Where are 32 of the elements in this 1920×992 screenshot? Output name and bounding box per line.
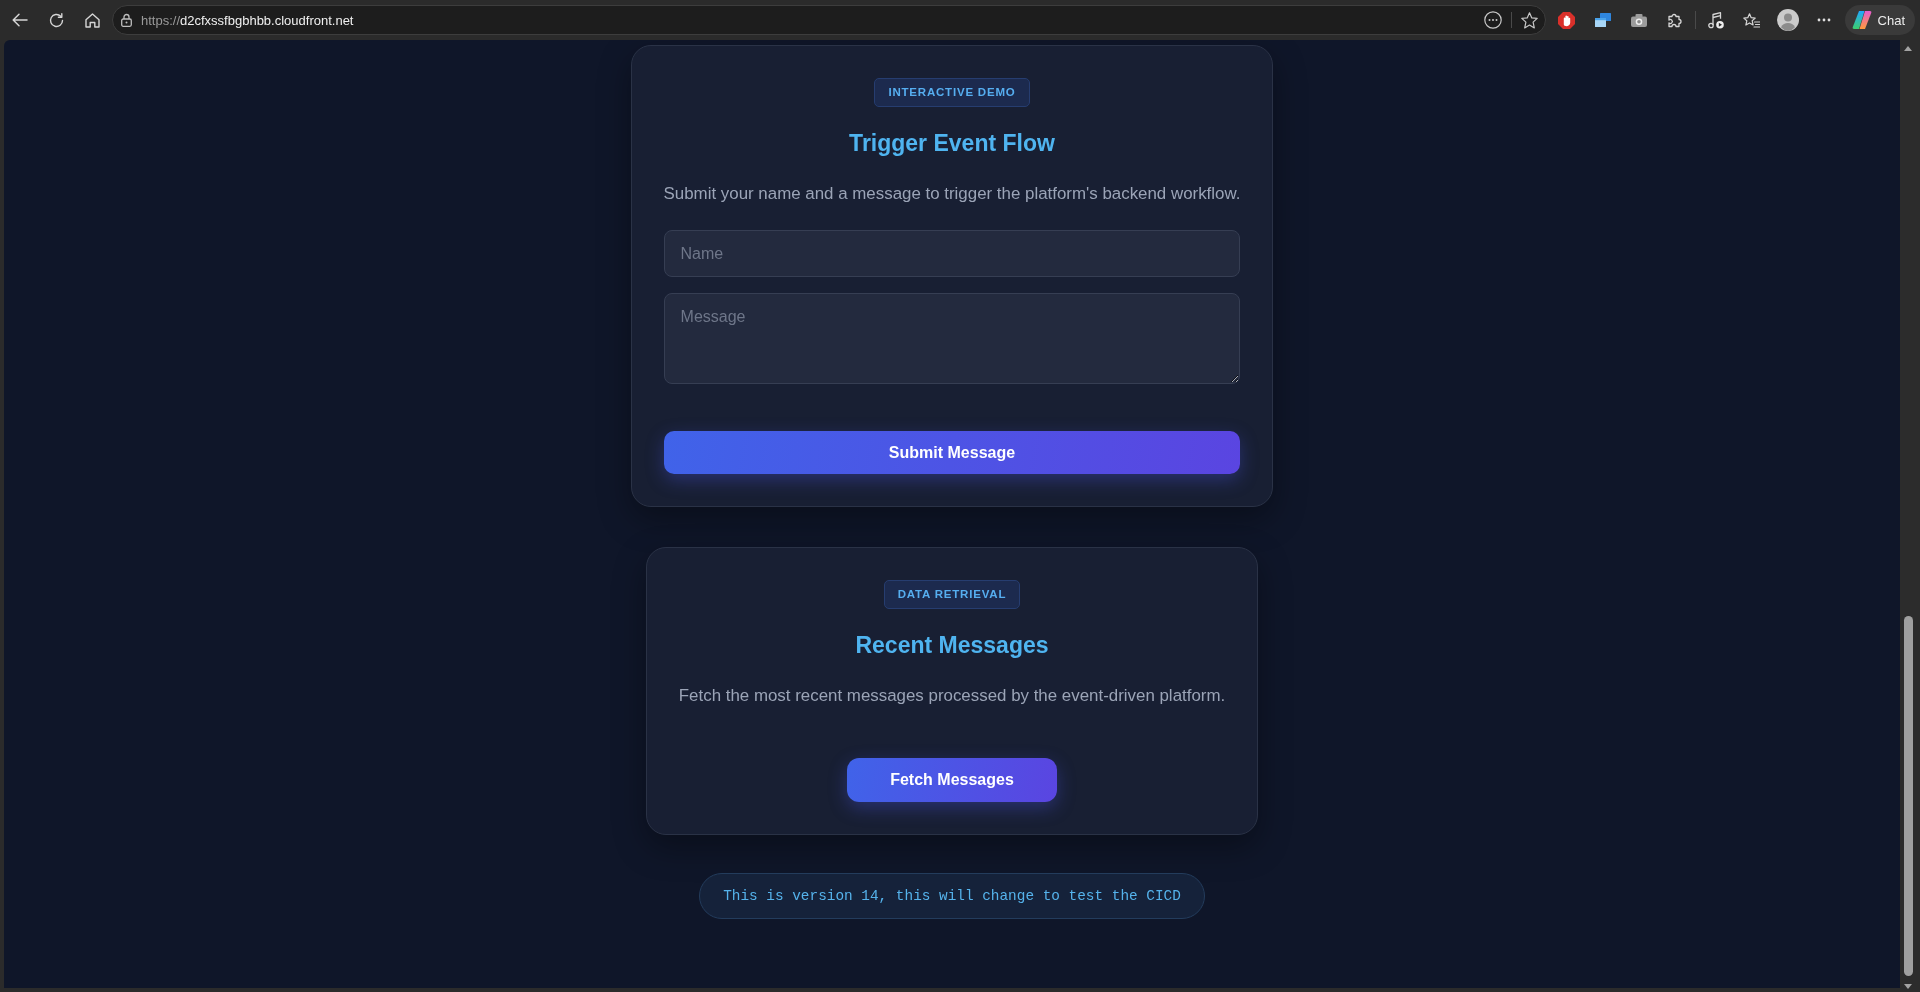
scroll-down-icon[interactable] [1904,984,1912,989]
dots-circle-icon[interactable] [1483,11,1502,29]
section-badge: INTERACTIVE DEMO [874,78,1030,107]
home-icon[interactable] [84,12,100,28]
lock-icon [121,13,132,27]
puzzle-piece-icon[interactable] [1666,12,1683,28]
music-note-icon[interactable] [1707,11,1724,29]
url-text[interactable]: https://d2cfxssfbgbhbb.cloudfront.net [141,12,354,28]
card-title: Trigger Event Flow [849,129,1055,157]
avatar-icon[interactable] [1776,9,1799,31]
fetch-button[interactable]: Fetch Messages [847,758,1057,802]
app-logo-icon [1851,10,1872,30]
version-note: This is version 14, this will change to test the CICD [699,873,1205,919]
star-list-icon[interactable] [1743,12,1761,28]
stacked-windows-icon[interactable] [1594,13,1611,27]
address-bar[interactable]: https://d2cfxssfbgbhbb.cloudfront.net [112,5,1546,35]
card-description: Fetch the most recent messages processed by the event-driven platform. [678,685,1226,707]
more-options-icon[interactable] [1816,18,1831,22]
scroll-up-icon[interactable] [1904,46,1912,51]
card-title: Recent Messages [855,631,1049,659]
submit-button[interactable]: Submit Message [663,431,1241,474]
star-icon[interactable] [1520,11,1538,29]
textarea-field[interactable]: Message [663,293,1241,384]
camera-icon[interactable] [1630,13,1647,27]
hand-stop-icon[interactable] [1558,11,1576,29]
card-description: Submit your name and a message to trigger the platform's backend workflow. [663,183,1241,205]
section-badge: DATA RETRIEVAL [883,580,1021,609]
input-field[interactable]: Name [663,230,1241,277]
scrollbar-thumb[interactable] [1904,616,1913,976]
back-arrow-icon[interactable] [12,13,28,27]
chat-button[interactable]: Chat [1844,5,1915,35]
reload-icon[interactable] [48,12,64,28]
